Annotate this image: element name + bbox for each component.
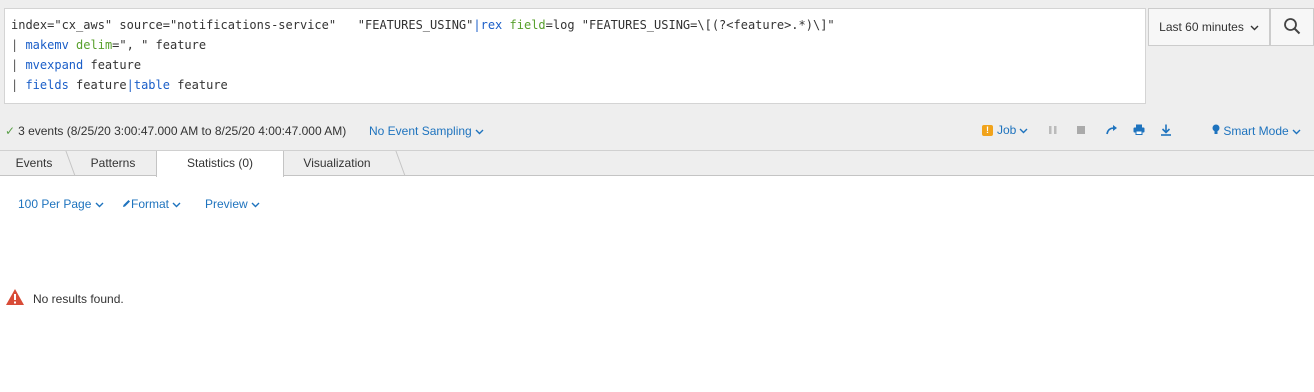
tab-statistics[interactable]: Statistics (0) <box>156 151 284 177</box>
preview-label: Preview <box>205 197 248 211</box>
search-button[interactable] <box>1270 8 1314 46</box>
check-icon: ✓ <box>5 124 16 138</box>
job-status-bar: ✓ 3 events (8/25/20 3:00:47.000 AM to 8/2… <box>0 122 1314 140</box>
event-sampling-dropdown[interactable]: No Event Sampling <box>369 124 484 138</box>
query-pipe: | <box>11 58 26 72</box>
chevron-down-icon <box>95 197 104 211</box>
query-text: =", " feature <box>112 38 207 52</box>
chevron-down-icon <box>1250 20 1259 34</box>
search-icon <box>1283 17 1301 38</box>
query-pipe: | <box>11 78 26 92</box>
chevron-down-icon <box>1292 124 1301 138</box>
print-icon[interactable] <box>1133 124 1145 138</box>
pencil-icon <box>122 197 131 211</box>
query-command: mvexpand <box>25 58 84 72</box>
share-icon[interactable] <box>1106 124 1118 138</box>
query-text: feature <box>83 58 142 72</box>
search-query-editor[interactable]: index="cx_aws" source="notifications-ser… <box>4 8 1146 104</box>
bulb-icon <box>1212 124 1220 138</box>
no-results-message: No results found. <box>5 288 124 309</box>
query-command: table <box>133 78 170 92</box>
no-results-text: No results found. <box>33 291 124 306</box>
export-icon[interactable] <box>1160 124 1172 139</box>
time-range-label: Last 60 minutes <box>1159 20 1244 34</box>
format-label: Format <box>131 197 170 211</box>
tab-patterns[interactable]: Patterns <box>74 151 152 176</box>
query-argument: delim <box>76 38 113 52</box>
event-sampling-label: No Event Sampling <box>369 124 472 138</box>
chevron-down-icon <box>172 197 181 211</box>
warning-icon: ! <box>982 124 993 136</box>
event-summary: 3 events (8/25/20 3:00:47.000 AM to 8/25… <box>18 124 347 138</box>
query-argument: field <box>509 18 546 32</box>
search-mode-dropdown[interactable]: Smart Mode <box>1212 124 1301 138</box>
query-line-4: | fields feature|table feature <box>11 78 228 92</box>
chevron-down-icon <box>251 197 260 211</box>
query-text: feature <box>68 78 127 92</box>
chevron-down-icon <box>475 124 484 138</box>
query-line-1: index="cx_aws" source="notifications-ser… <box>11 18 835 32</box>
alert-triangle-icon <box>5 288 33 309</box>
tab-divider <box>395 151 406 176</box>
query-command: fields <box>25 78 69 92</box>
job-label: Job <box>997 123 1017 137</box>
pause-icon[interactable] <box>1049 124 1057 138</box>
query-command: makemv <box>25 38 69 52</box>
per-page-dropdown[interactable]: 100 Per Page <box>18 197 104 211</box>
query-pipe: | <box>473 18 481 32</box>
tab-label: Patterns <box>90 156 136 170</box>
query-command: rex <box>480 18 503 32</box>
per-page-label: 100 Per Page <box>18 197 92 211</box>
event-count-status: ✓ 3 events (8/25/20 3:00:47.000 AM to 8/2… <box>5 124 346 138</box>
search-mode-label: Smart Mode <box>1223 124 1289 138</box>
query-line-2: | makemv delim=", " feature <box>11 38 206 52</box>
search-header: index="cx_aws" source="notifications-ser… <box>0 0 1314 150</box>
query-text: =log "FEATURES_USING=\[(?<feature>.*)\]" <box>545 18 835 32</box>
job-menu[interactable]: ! Job <box>982 123 1028 137</box>
query-text: index="cx_aws" source="notifications-ser… <box>11 18 474 32</box>
query-pipe: | <box>126 78 134 92</box>
tab-label: Statistics (0) <box>186 156 253 170</box>
stop-icon[interactable] <box>1076 124 1086 138</box>
tab-label: Visualization <box>303 156 371 170</box>
tab-events[interactable]: Events <box>0 151 68 176</box>
preview-dropdown[interactable]: Preview <box>205 197 260 211</box>
query-line-3: | mvexpand feature <box>11 58 141 72</box>
chevron-down-icon <box>1019 123 1028 137</box>
tab-visualization[interactable]: Visualization <box>287 151 387 176</box>
results-tab-bar: Events Patterns Statistics (0) Visualiza… <box>0 150 1314 177</box>
format-dropdown[interactable]: Format <box>122 197 181 211</box>
time-range-picker[interactable]: Last 60 minutes <box>1148 8 1270 46</box>
query-pipe: | <box>11 38 26 52</box>
query-text: feature <box>169 78 228 92</box>
tab-label: Events <box>15 156 53 170</box>
